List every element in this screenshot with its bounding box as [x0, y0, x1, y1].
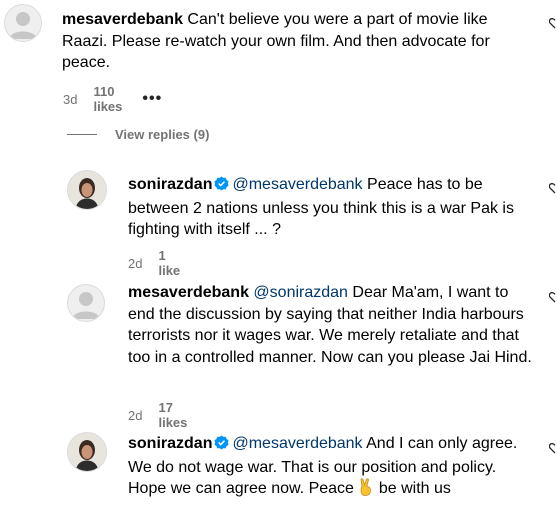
comment-text: sonirazdan @mesaverdebank And I can only …	[128, 433, 538, 503]
username-link[interactable]: mesaverdebank	[128, 284, 249, 301]
verified-badge-icon	[214, 435, 229, 457]
comment-meta: 2d 17 likes	[128, 400, 187, 430]
comment-meta: 2d 1 like	[128, 248, 180, 278]
like-heart-icon[interactable]	[548, 441, 557, 459]
verified-badge-icon	[214, 176, 229, 198]
likes-count[interactable]: 110 likes	[93, 84, 122, 114]
mention-link[interactable]: @mesaverdebank	[232, 176, 362, 193]
username-link[interactable]: sonirazdan	[128, 435, 212, 452]
comment-text: mesaverdebank @sonirazdan Dear Ma'am, I …	[128, 282, 538, 368]
comment-body-end: be with us	[378, 480, 451, 497]
comment-text: sonirazdan @mesaverdebank Peace has to be…	[128, 174, 538, 241]
like-heart-icon[interactable]	[548, 290, 557, 308]
more-options-icon[interactable]: •••	[142, 90, 162, 108]
divider-line	[67, 134, 97, 135]
comment-meta: 3d 110 likes •••	[63, 84, 162, 114]
username-link[interactable]: mesaverdebank	[62, 11, 183, 28]
timestamp[interactable]: 2d	[128, 408, 142, 423]
view-replies-label[interactable]: View replies (9)	[115, 127, 209, 142]
view-replies-button[interactable]: View replies (9)	[67, 127, 209, 142]
mention-link[interactable]: @mesaverdebank	[232, 435, 362, 452]
victory-hand-emoji	[358, 478, 374, 503]
avatar-default-icon[interactable]	[4, 4, 42, 42]
like-heart-icon[interactable]	[548, 181, 557, 199]
like-heart-icon[interactable]	[548, 16, 557, 34]
avatar-photo-icon[interactable]	[67, 170, 107, 210]
timestamp[interactable]: 3d	[63, 92, 77, 107]
comment-text: mesaverdebank Can't believe you were a p…	[62, 9, 522, 74]
likes-count[interactable]: 17 likes	[158, 400, 187, 430]
avatar-photo-icon[interactable]	[67, 432, 107, 472]
likes-count[interactable]: 1 like	[158, 248, 180, 278]
mention-link[interactable]: @sonirazdan	[253, 284, 348, 301]
avatar-default-icon[interactable]	[67, 284, 105, 322]
timestamp[interactable]: 2d	[128, 256, 142, 271]
username-link[interactable]: sonirazdan	[128, 176, 212, 193]
